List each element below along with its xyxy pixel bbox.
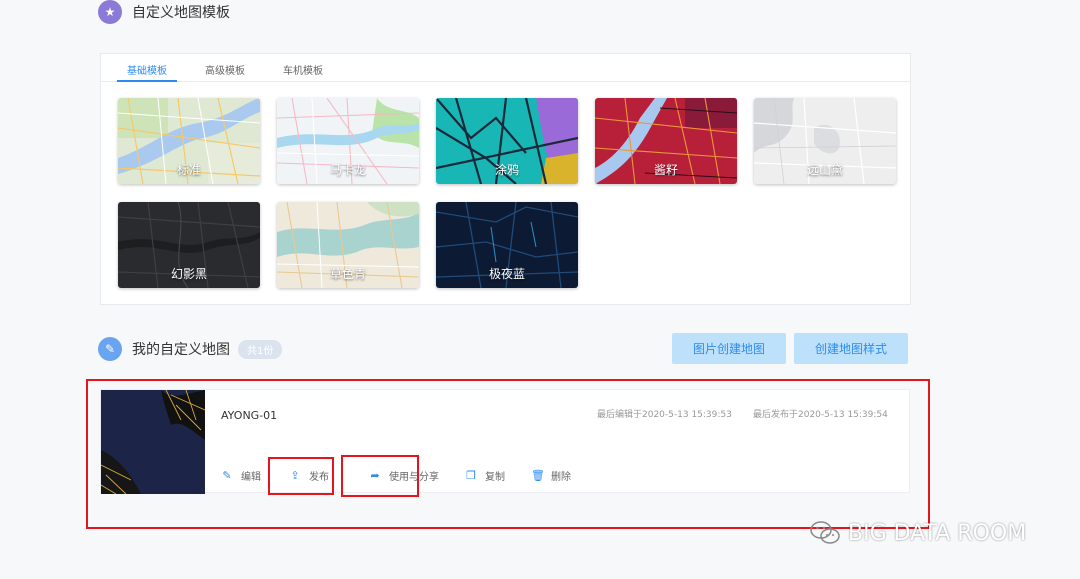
template-panel: 基础模板 高级模板 车机模板 标准 马卡龙 涂鸦 酱籽 远山黛 幻影黑 草色青 … [100, 53, 911, 305]
delete-button[interactable]: 🗑 删除 [531, 468, 571, 483]
last-edited-time: 最后编辑于2020-5-13 15:39:53 [597, 410, 732, 420]
copy-button[interactable]: ❐ 复制 [465, 468, 505, 483]
watermark: BIG DATA ROOM [810, 520, 1026, 546]
map-card: AYONG-01 最后编辑于2020-5-13 15:39:53 最后发布于20… [100, 389, 910, 494]
tab-basic-templates[interactable]: 基础模板 [117, 54, 177, 82]
use-and-share-label: 使用与分享 [389, 472, 439, 483]
map-count-badge: 共1份 [238, 339, 283, 359]
trash-icon: 🗑 [531, 469, 545, 482]
tab-car-templates[interactable]: 车机模板 [273, 54, 333, 82]
template-card-polar-night-blue[interactable]: 极夜蓝 [436, 202, 578, 288]
template-card-phantom-black[interactable]: 幻影黑 [118, 202, 260, 288]
create-from-image-button[interactable]: 图片创建地图 [672, 333, 786, 364]
template-card-sauce[interactable]: 酱籽 [595, 98, 737, 184]
template-label: 远山黛 [806, 163, 843, 177]
last-published-time: 最后发布于2020-5-13 15:39:54 [753, 410, 888, 420]
map-card-thumbnail[interactable] [101, 390, 205, 494]
use-and-share-button[interactable]: ➦ 使用与分享 [369, 468, 439, 483]
template-tabs: 基础模板 高级模板 车机模板 [101, 54, 910, 82]
template-card-macaron[interactable]: 马卡龙 [277, 98, 419, 184]
map-card-actions: ✎ 编辑 ⇪ 发布 ➦ 使用与分享 ❐ 复制 🗑 删除 [221, 468, 571, 483]
template-card-standard[interactable]: 标准 [118, 98, 260, 184]
template-label: 极夜蓝 [488, 267, 525, 281]
pencil-icon: ✎ [98, 337, 122, 361]
template-label: 幻影黑 [170, 267, 207, 281]
template-card-graffiti[interactable]: 涂鸦 [436, 98, 578, 184]
my-maps-section-title: 我的自定义地图 [132, 342, 230, 358]
copy-icon: ❐ [466, 469, 476, 482]
tab-advanced-templates[interactable]: 高级模板 [195, 54, 255, 82]
templates-section-header: ★ 自定义地图模板 [98, 0, 230, 24]
template-label: 酱籽 [653, 163, 678, 177]
map-thumbnail-preview [101, 390, 205, 494]
edit-label: 编辑 [241, 472, 261, 483]
template-card-far-mountain[interactable]: 远山黛 [754, 98, 896, 184]
publish-label: 发布 [309, 472, 329, 483]
share-icon: ➦ [370, 469, 380, 482]
wechat-icon [810, 521, 840, 544]
template-label: 马卡龙 [329, 163, 366, 177]
create-style-button[interactable]: 创建地图样式 [794, 333, 908, 364]
template-label: 涂鸦 [494, 163, 519, 177]
star-icon: ★ [98, 0, 122, 24]
template-card-grass-green[interactable]: 草色青 [277, 202, 419, 288]
edit-button[interactable]: ✎ 编辑 [221, 468, 261, 483]
my-maps-section-header: ✎ 我的自定义地图 共1份 [98, 337, 283, 361]
watermark-text: BIG DATA ROOM [848, 520, 1027, 546]
upload-icon: ⇪ [290, 469, 300, 482]
delete-label: 删除 [551, 472, 571, 483]
template-label: 草色青 [329, 267, 366, 281]
templates-section-title: 自定义地图模板 [132, 5, 230, 21]
map-name: AYONG-01 [221, 409, 278, 422]
template-label: 标准 [176, 163, 201, 177]
copy-label: 复制 [485, 472, 505, 483]
pencil-icon: ✎ [222, 469, 232, 482]
publish-button[interactable]: ⇪ 发布 [289, 468, 329, 483]
